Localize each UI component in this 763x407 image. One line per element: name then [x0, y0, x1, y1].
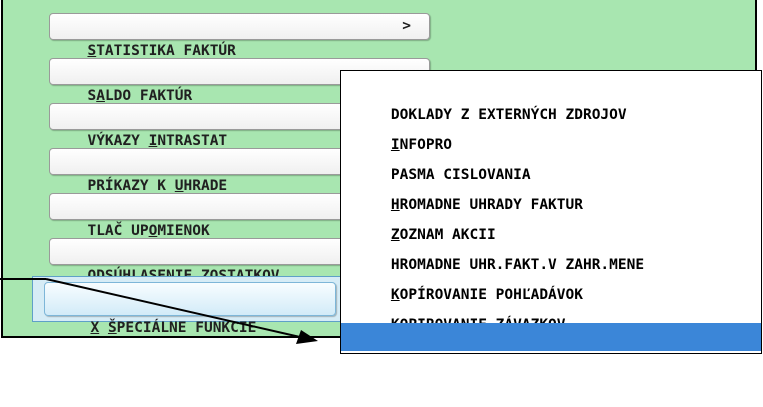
arrow-icon: [0, 278, 318, 344]
submenu-item-label: KOPÍROVANIE ODB. FAKTÚR: [390, 357, 592, 373]
